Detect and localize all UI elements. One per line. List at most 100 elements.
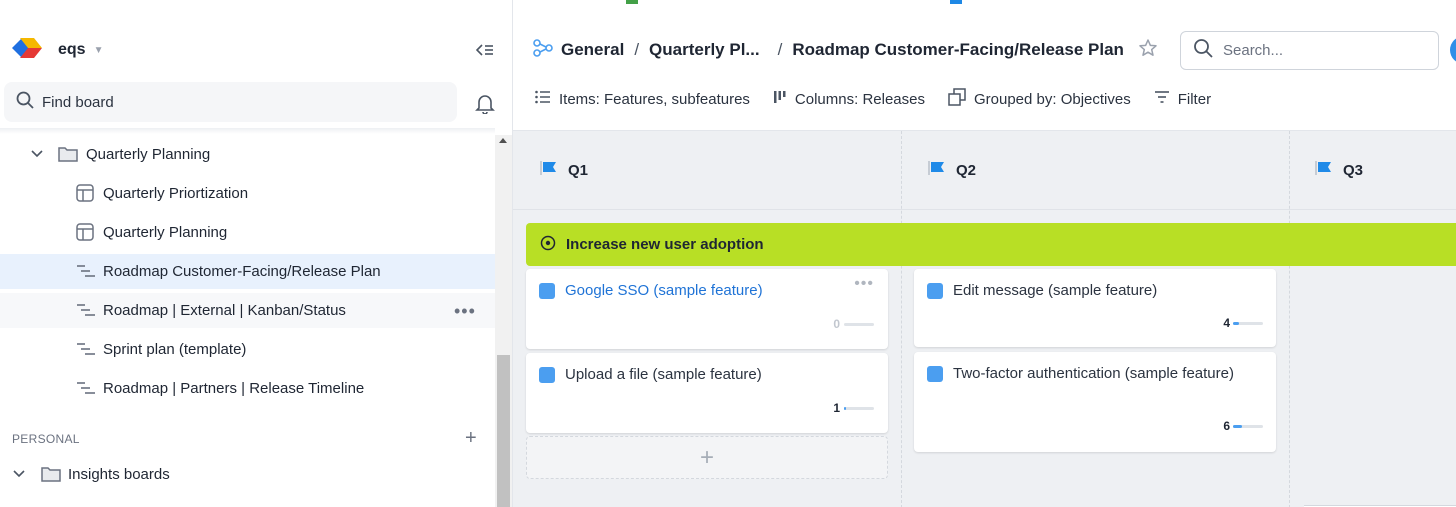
subfeature-count: 4 — [1223, 316, 1230, 330]
objective-group-title: Increase new user adoption — [566, 236, 764, 253]
feature-checkbox-icon — [927, 366, 943, 382]
breadcrumb-general[interactable]: General — [561, 40, 624, 60]
more-options-icon[interactable]: ••• — [454, 301, 476, 322]
grouped-by-label: Grouped by: Objectives — [973, 90, 1131, 108]
tree-item-label: Quarterly Planning — [86, 146, 211, 163]
tree-item-quarterly-priortization[interactable]: Quarterly Priortization — [0, 176, 495, 211]
main-area: General / Quarterly Pl... / Roadmap Cust… — [513, 0, 1456, 507]
feature-title[interactable]: Upload a file (sample feature) — [565, 366, 762, 383]
grouped-by-button[interactable]: Grouped by: Objectives — [948, 88, 1131, 110]
tree-item-label: Roadmap | Partners | Release Timeline — [103, 380, 365, 397]
tree-item-roadmap-customer-facing[interactable]: Roadmap Customer-Facing/Release Plan — [0, 254, 495, 289]
table-board-icon — [76, 223, 94, 241]
workspace-switcher[interactable]: eqs ▼ — [12, 36, 103, 64]
search-icon — [1193, 38, 1213, 63]
roadmap-board-icon — [76, 381, 96, 395]
table-board-icon — [76, 184, 94, 202]
tree-item-roadmap-external[interactable]: Roadmap | External | Kanban/Status ••• — [0, 293, 495, 328]
items-filter-button[interactable]: Items: Features, subfeatures — [535, 90, 750, 108]
tree-item-quarterly-planning[interactable]: Quarterly Planning — [0, 215, 495, 250]
tree-folder-insights-boards[interactable]: Insights boards — [0, 457, 495, 492]
subfeature-count: 0 — [833, 317, 840, 331]
breadcrumb-separator: / — [634, 40, 640, 59]
filter-icon — [1154, 90, 1170, 108]
header-divider — [513, 209, 1456, 210]
roadmap-board-icon — [76, 303, 96, 317]
feature-checkbox-icon — [927, 283, 943, 299]
objective-target-icon — [540, 235, 556, 255]
column-title: Q2 — [956, 161, 977, 179]
feature-card[interactable]: Google SSO (sample feature) ••• 0 — [526, 269, 888, 349]
breadcrumb-quarterly-planning[interactable]: Quarterly Pl... — [649, 40, 760, 60]
filter-button[interactable]: Filter — [1154, 90, 1211, 108]
workspace-name: eqs — [58, 41, 86, 58]
column-header-q1[interactable]: Q1 — [540, 131, 588, 209]
scrollbar-thumb[interactable] — [497, 355, 510, 507]
columns-icon — [773, 90, 787, 108]
chevron-down-icon[interactable] — [12, 467, 26, 481]
columns-button[interactable]: Columns: Releases — [773, 90, 925, 108]
group-icon — [948, 88, 966, 110]
chevron-down-icon: ▼ — [93, 44, 104, 56]
search-icon — [16, 91, 34, 114]
sidebar-scrollbar[interactable] — [495, 135, 512, 507]
feature-checkbox-icon — [539, 367, 555, 383]
tree-item-roadmap-partners[interactable]: Roadmap | Partners | Release Timeline — [0, 371, 495, 406]
tree-item-label: Roadmap Customer-Facing/Release Plan — [103, 263, 381, 280]
tree-item-sprint-plan[interactable]: Sprint plan (template) — [0, 332, 495, 367]
objective-group-header[interactable]: Increase new user adoption — [526, 223, 1456, 266]
release-flag-icon — [1315, 160, 1333, 180]
feature-title[interactable]: Edit message (sample feature) — [953, 282, 1157, 299]
release-flag-icon — [540, 160, 558, 180]
feature-card[interactable]: Edit message (sample feature) 4 — [914, 269, 1276, 347]
add-card-button[interactable]: + — [526, 436, 888, 479]
feature-title[interactable]: Two-factor authentication (sample featur… — [953, 365, 1234, 382]
subfeature-count: 1 — [833, 401, 840, 415]
progress-bar — [844, 407, 874, 410]
tree-item-label: Roadmap | External | Kanban/Status — [103, 302, 346, 319]
roadmap-board-icon — [76, 264, 96, 278]
notifications-bell-icon[interactable] — [474, 92, 496, 115]
column-header-q3[interactable]: Q3 — [1315, 131, 1363, 209]
release-flag-icon — [928, 160, 946, 180]
sidebar-divider-shadow — [0, 128, 495, 134]
column-header-q2[interactable]: Q2 — [928, 131, 976, 209]
progress-bar — [1233, 425, 1263, 428]
workspace-logo-icon — [12, 36, 44, 65]
breadcrumb-current-board: Roadmap Customer-Facing/Release Plan — [792, 40, 1124, 59]
tree-item-label: Insights boards — [68, 466, 170, 483]
workspace-graph-icon — [533, 38, 553, 63]
more-options-icon[interactable]: ••• — [854, 275, 874, 293]
breadcrumb: General / Quarterly Pl... / Roadmap Cust… — [533, 38, 1158, 62]
folder-icon — [58, 145, 78, 163]
star-favorite-icon[interactable] — [1138, 38, 1158, 63]
tree-item-label: Sprint plan (template) — [103, 341, 247, 358]
column-divider — [901, 131, 902, 507]
avatar[interactable] — [1450, 36, 1456, 64]
items-filter-label: Items: Features, subfeatures — [559, 90, 750, 108]
tree-item-label: Quarterly Priortization — [103, 185, 249, 202]
search-input[interactable]: Search... — [1180, 31, 1439, 70]
add-personal-board-icon[interactable]: + — [465, 428, 477, 448]
list-icon — [535, 90, 551, 108]
sidebar: eqs ▼ Find board Quarterly Planning Quar… — [0, 0, 513, 507]
search-placeholder: Search... — [1223, 42, 1284, 59]
columns-label: Columns: Releases — [794, 90, 925, 108]
feature-card[interactable]: Upload a file (sample feature) 1 — [526, 353, 888, 433]
filter-label: Filter — [1177, 90, 1212, 108]
column-title: Q1 — [568, 161, 589, 179]
tree-item-label: Quarterly Planning — [103, 224, 228, 241]
chevron-down-icon[interactable] — [30, 147, 44, 161]
roadmap-board: Q1 Q2 Q3 Increase new user adoption Goog… — [513, 130, 1456, 507]
collapse-sidebar-icon[interactable] — [474, 40, 496, 60]
scroll-up-arrow-icon[interactable] — [499, 138, 507, 143]
tree-folder-quarterly-planning[interactable]: Quarterly Planning — [0, 137, 495, 172]
find-board-placeholder: Find board — [42, 93, 114, 111]
column-title: Q3 — [1343, 161, 1364, 179]
progress-bar — [1233, 322, 1263, 325]
feature-card[interactable]: Two-factor authentication (sample featur… — [914, 352, 1276, 452]
feature-title[interactable]: Google SSO (sample feature) — [565, 282, 763, 299]
find-board-input[interactable]: Find board — [4, 82, 457, 122]
roadmap-board-icon — [76, 342, 96, 356]
folder-icon — [41, 465, 61, 483]
